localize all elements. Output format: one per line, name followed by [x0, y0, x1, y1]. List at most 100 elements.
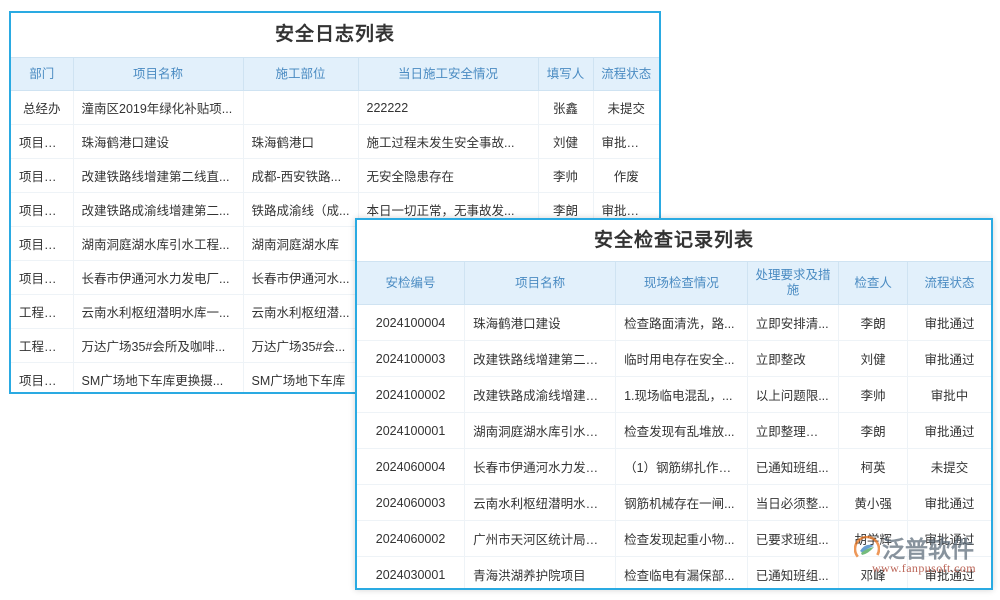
cell-check-code[interactable]: 2024100004: [357, 305, 465, 341]
cell-part: 万达广场35#会...: [243, 329, 358, 363]
safety-check-panel: 安全检查记录列表 安检编号 项目名称 现场检查情况 处理要求及措施 检查人 流程…: [355, 218, 993, 590]
cell-part: SM广场地下车库: [243, 363, 358, 395]
cell-project-link[interactable]: 改建铁路成渝线增建第...: [465, 377, 616, 413]
column-header-status[interactable]: 流程状态: [593, 58, 659, 91]
cell-situation: 检查临电有漏保部...: [616, 557, 748, 591]
cell-check-code[interactable]: 2024100001: [357, 413, 465, 449]
column-header-inspector[interactable]: 检查人: [839, 262, 908, 305]
cell-project-link[interactable]: 改建铁路线增建第二线...: [465, 341, 616, 377]
column-header-writer[interactable]: 填写人: [538, 58, 593, 91]
cell-inspector: 邓峰: [839, 557, 908, 591]
status-badge: 审批通过: [907, 557, 991, 591]
cell-situation: 检查路面清洗，路...: [616, 305, 748, 341]
cell-measure: 立即安排清...: [747, 305, 839, 341]
cell-inspector: 胡学辉: [839, 521, 908, 557]
status-badge: 审批通过: [907, 305, 991, 341]
cell-situation: 检查发现起重小物...: [616, 521, 748, 557]
table-row[interactable]: 2024060002广州市天河区统计局机...检查发现起重小物...已要求班组.…: [357, 521, 991, 557]
cell-situation: 1.现场临电混乱，...: [616, 377, 748, 413]
cell-project-link[interactable]: 长春市伊通河水力发电...: [465, 449, 616, 485]
cell-inspector: 李朗: [839, 413, 908, 449]
cell-project-link[interactable]: 万达广场35#会所及咖啡...: [73, 329, 243, 363]
cell-project-link[interactable]: 广州市天河区统计局机...: [465, 521, 616, 557]
cell-check-code[interactable]: 2024030001: [357, 557, 465, 591]
cell-inspector: 刘健: [839, 341, 908, 377]
cell-part: 湖南洞庭湖水库: [243, 227, 358, 261]
cell-project-link[interactable]: 珠海鹤港口建设: [73, 125, 243, 159]
status-badge: 未提交: [907, 449, 991, 485]
column-header-project[interactable]: 项目名称: [73, 58, 243, 91]
status-badge: 审批中: [907, 377, 991, 413]
table-row[interactable]: 总经办潼南区2019年绿化补贴项...222222张鑫未提交: [11, 91, 659, 125]
column-header-measure[interactable]: 处理要求及措施: [747, 262, 839, 305]
table-row[interactable]: 2024060004长春市伊通河水力发电...（1）钢筋绑扎作业...已通知班组…: [357, 449, 991, 485]
cell-dept: 工程管...: [11, 295, 73, 329]
status-badge: 审批通过: [907, 521, 991, 557]
column-header-situation[interactable]: 现场检查情况: [616, 262, 748, 305]
cell-writer: 张鑫: [538, 91, 593, 125]
cell-measure: 已通知班组...: [747, 449, 839, 485]
table-row[interactable]: 2024060003云南水利枢纽潜明水库...钢筋机械存在一闸...当日必须整.…: [357, 485, 991, 521]
status-badge: 审批通过: [907, 413, 991, 449]
safety-check-table-head: 安检编号 项目名称 现场检查情况 处理要求及措施 检查人 流程状态: [357, 262, 991, 305]
table-header-row: 部门 项目名称 施工部位 当日施工安全情况 填写人 流程状态: [11, 58, 659, 91]
column-header-situation[interactable]: 当日施工安全情况: [358, 58, 538, 91]
cell-project-link[interactable]: 珠海鹤港口建设: [465, 305, 616, 341]
table-row[interactable]: 2024100003改建铁路线增建第二线...临时用电存在安全...立即整改刘健…: [357, 341, 991, 377]
safety-log-title: 安全日志列表: [11, 13, 659, 57]
cell-project-link[interactable]: 湖南洞庭湖水库引水工...: [465, 413, 616, 449]
cell-check-code[interactable]: 2024060003: [357, 485, 465, 521]
status-badge: 作废: [593, 159, 659, 193]
safety-check-title: 安全检查记录列表: [357, 220, 991, 261]
column-header-part[interactable]: 施工部位: [243, 58, 358, 91]
cell-measure: 已要求班组...: [747, 521, 839, 557]
cell-dept: 工程管...: [11, 329, 73, 363]
cell-project-link[interactable]: 云南水利枢纽潜明水库一...: [73, 295, 243, 329]
cell-inspector: 黄小强: [839, 485, 908, 521]
cell-situation: 施工过程未发生安全事故...: [358, 125, 538, 159]
cell-check-code[interactable]: 2024060002: [357, 521, 465, 557]
column-header-status[interactable]: 流程状态: [907, 262, 991, 305]
table-row[interactable]: 项目一部改建铁路线增建第二线直...成都-西安铁路...无安全隐患存在李帅作废: [11, 159, 659, 193]
cell-situation: 钢筋机械存在一闸...: [616, 485, 748, 521]
cell-dept: 项目一部: [11, 227, 73, 261]
table-row[interactable]: 2024100001湖南洞庭湖水库引水工...检查发现有乱堆放...立即整理归类…: [357, 413, 991, 449]
cell-part: 成都-西安铁路...: [243, 159, 358, 193]
cell-project-link[interactable]: SM广场地下车库更换摄...: [73, 363, 243, 395]
table-row[interactable]: 2024100004珠海鹤港口建设检查路面清洗，路...立即安排清...李朗审批…: [357, 305, 991, 341]
table-header-row: 安检编号 项目名称 现场检查情况 处理要求及措施 检查人 流程状态: [357, 262, 991, 305]
cell-inspector: 李帅: [839, 377, 908, 413]
cell-check-code[interactable]: 2024100003: [357, 341, 465, 377]
safety-check-table: 安检编号 项目名称 现场检查情况 处理要求及措施 检查人 流程状态 202410…: [357, 261, 991, 590]
cell-dept: 总经办: [11, 91, 73, 125]
cell-dept: 项目二部: [11, 363, 73, 395]
cell-dept: 项目一部: [11, 159, 73, 193]
column-header-dept[interactable]: 部门: [11, 58, 73, 91]
cell-project-link[interactable]: 潼南区2019年绿化补贴项...: [73, 91, 243, 125]
cell-project-link[interactable]: 长春市伊通河水力发电厂...: [73, 261, 243, 295]
cell-measure: 已通知班组...: [747, 557, 839, 591]
cell-measure: 以上问题限...: [747, 377, 839, 413]
cell-writer: 刘健: [538, 125, 593, 159]
column-header-project[interactable]: 项目名称: [465, 262, 616, 305]
cell-part: 云南水利枢纽潜...: [243, 295, 358, 329]
cell-dept: 项目三部: [11, 261, 73, 295]
cell-project-link[interactable]: 改建铁路线增建第二线直...: [73, 159, 243, 193]
cell-part: 铁路成渝线（成...: [243, 193, 358, 227]
cell-project-link[interactable]: 湖南洞庭湖水库引水工程...: [73, 227, 243, 261]
status-badge: 审批通过: [907, 485, 991, 521]
table-row[interactable]: 2024030001青海洪湖养护院项目检查临电有漏保部...已通知班组...邓峰…: [357, 557, 991, 591]
cell-project-link[interactable]: 云南水利枢纽潜明水库...: [465, 485, 616, 521]
column-header-code[interactable]: 安检编号: [357, 262, 465, 305]
table-row[interactable]: 2024100002改建铁路成渝线增建第...1.现场临电混乱，...以上问题限…: [357, 377, 991, 413]
cell-situation: 检查发现有乱堆放...: [616, 413, 748, 449]
cell-check-code[interactable]: 2024060004: [357, 449, 465, 485]
cell-dept: 项目三部: [11, 125, 73, 159]
cell-check-code[interactable]: 2024100002: [357, 377, 465, 413]
cell-project-link[interactable]: 青海洪湖养护院项目: [465, 557, 616, 591]
cell-part: 长春市伊通河水...: [243, 261, 358, 295]
cell-project-link[interactable]: 改建铁路成渝线增建第二...: [73, 193, 243, 227]
cell-inspector: 柯英: [839, 449, 908, 485]
table-row[interactable]: 项目三部珠海鹤港口建设珠海鹤港口施工过程未发生安全事故...刘健审批通过: [11, 125, 659, 159]
status-badge: 审批通过: [593, 125, 659, 159]
